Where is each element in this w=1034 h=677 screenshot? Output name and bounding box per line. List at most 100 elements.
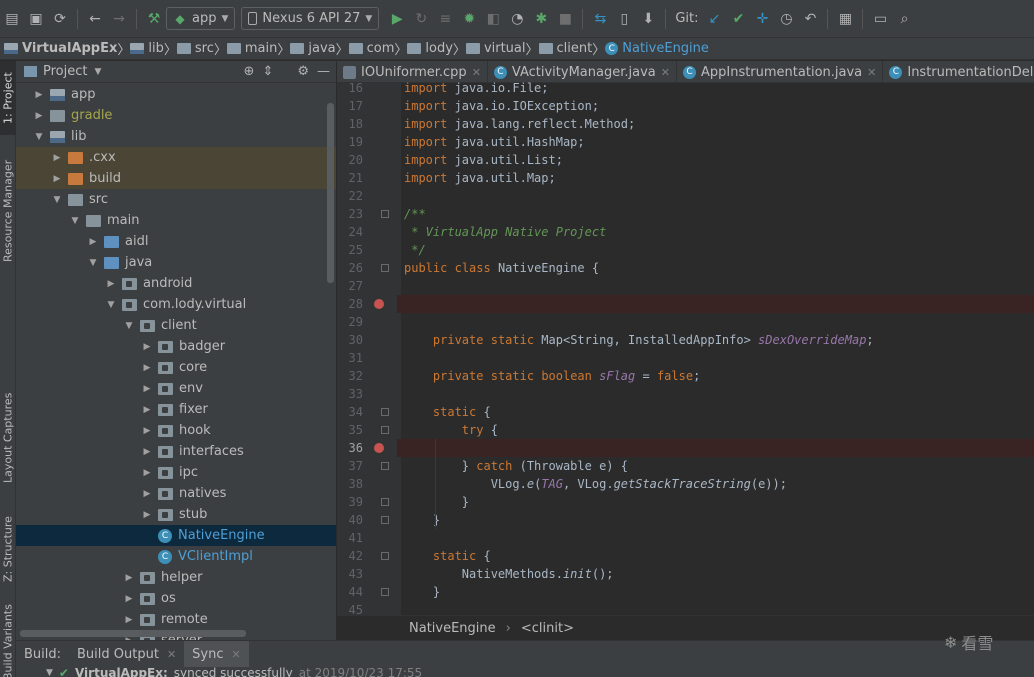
history-icon[interactable]: ◷ <box>774 7 798 31</box>
locate-icon[interactable]: ⊕ <box>244 64 255 79</box>
open-icon[interactable]: ▤ <box>0 7 24 31</box>
breadcrumb-item[interactable]: com <box>348 41 394 56</box>
tree-item[interactable]: C VClientImpl <box>16 546 336 567</box>
fold-marker-icon[interactable] <box>381 426 389 434</box>
project-view-select[interactable]: Project <box>43 64 87 79</box>
breakpoint-icon[interactable] <box>374 299 384 309</box>
tab-project[interactable]: 1: Project <box>0 61 16 135</box>
tree-item[interactable]: ▶ os <box>16 588 336 609</box>
forward-icon[interactable]: → <box>107 7 131 31</box>
code-line[interactable]: } <box>404 493 1034 511</box>
breadcrumb-item[interactable]: java <box>290 41 336 56</box>
fold-marker-icon[interactable] <box>381 588 389 596</box>
run-icon[interactable]: ▶ <box>385 7 409 31</box>
tree-item[interactable]: ▶ helper <box>16 567 336 588</box>
code-line[interactable]: static { <box>404 403 1034 421</box>
code-line[interactable]: import java.util.HashMap; <box>404 133 1034 151</box>
code-line[interactable]: */ <box>404 241 1034 259</box>
save-icon[interactable]: ▣ <box>24 7 48 31</box>
code-line[interactable] <box>404 187 1034 205</box>
revert-icon[interactable]: ↶ <box>798 7 822 31</box>
vertical-scrollbar[interactable] <box>327 103 334 283</box>
fold-marker-icon[interactable] <box>381 462 389 470</box>
tree-item[interactable]: ▶ badger <box>16 336 336 357</box>
editor-breadcrumb-class[interactable]: NativeEngine <box>409 621 496 636</box>
close-icon[interactable]: ✕ <box>232 648 241 661</box>
collapsed-arrow-icon[interactable]: ▶ <box>124 615 134 625</box>
fold-marker-icon[interactable] <box>381 264 389 272</box>
collapsed-arrow-icon[interactable]: ▶ <box>142 342 152 352</box>
code-line[interactable]: NativeMethods.init(); <box>404 565 1034 583</box>
editor-breadcrumb-method[interactable]: <clinit> <box>521 621 574 636</box>
collapsed-arrow-icon[interactable]: ▶ <box>142 384 152 394</box>
git-update-icon[interactable]: ↙ <box>702 7 726 31</box>
breadcrumb-item[interactable]: lib <box>130 41 164 56</box>
collapsed-arrow-icon[interactable]: ▶ <box>142 426 152 436</box>
terminal-icon[interactable]: ▭ <box>868 7 892 31</box>
horizontal-scrollbar[interactable] <box>20 630 246 637</box>
debug-icon[interactable]: ✹ <box>457 7 481 31</box>
code-line[interactable]: import java.util.List; <box>404 151 1034 169</box>
attach-icon[interactable]: ◧ <box>481 7 505 31</box>
collapsed-arrow-icon[interactable]: ▶ <box>142 447 152 457</box>
breadcrumb-item[interactable]: client <box>538 41 592 56</box>
project-structure-icon[interactable]: ▦ <box>833 7 857 31</box>
stop-icon[interactable]: ■ <box>553 7 577 31</box>
tab-sync[interactable]: Sync ✕ <box>184 641 249 667</box>
line-number-gutter[interactable]: 16 17 18 19 20 21 22 23 24 25 26 27 28 29 30 31 32 33 34 35… <box>337 81 397 617</box>
breadcrumb-item[interactable]: VirtualAppEx <box>4 41 117 56</box>
close-icon[interactable]: ✕ <box>167 648 176 661</box>
collapsed-arrow-icon[interactable]: ▶ <box>52 153 62 163</box>
collapsed-arrow-icon[interactable]: ▶ <box>142 489 152 499</box>
tree-item[interactable]: ▶ build <box>16 168 336 189</box>
code-line[interactable]: } <box>404 583 1034 601</box>
code-line[interactable] <box>404 277 1034 295</box>
collapsed-arrow-icon[interactable]: ▶ <box>142 363 152 373</box>
expanded-arrow-icon[interactable]: ▼ <box>88 258 98 268</box>
code-line[interactable]: } <box>404 511 1034 529</box>
gradle-sync-icon[interactable]: ⇆ <box>588 7 612 31</box>
apply-changes-icon[interactable]: ≡ <box>433 7 457 31</box>
back-icon[interactable]: ← <box>83 7 107 31</box>
avd-icon[interactable]: ▯ <box>612 7 636 31</box>
code-line[interactable]: VLog.e(TAG, VLog.getStackTraceString(e))… <box>404 475 1034 493</box>
breadcrumb-item[interactable]: C NativeEngine <box>605 41 709 56</box>
device-select[interactable]: Nexus 6 API 27 ▼ <box>241 7 380 30</box>
breadcrumb-item[interactable]: src <box>176 41 214 56</box>
expanded-arrow-icon[interactable]: ▼ <box>70 216 80 226</box>
fold-marker-icon[interactable] <box>381 408 389 416</box>
collapsed-arrow-icon[interactable]: ▶ <box>142 510 152 520</box>
collapsed-arrow-icon[interactable]: ▶ <box>124 573 134 583</box>
expanded-arrow-icon[interactable]: ▼ <box>106 300 116 310</box>
code-line[interactable]: import java.io.File; <box>404 79 1034 97</box>
collapsed-arrow-icon[interactable]: ▶ <box>142 468 152 478</box>
tree-item[interactable]: ▼ client <box>16 315 336 336</box>
tree-item[interactable]: ▼ src <box>16 189 336 210</box>
tree-item[interactable]: ▶ remote <box>16 609 336 630</box>
tree-item[interactable]: ▶ app <box>16 84 336 105</box>
code-line[interactable] <box>404 349 1034 367</box>
tab-resource-manager[interactable]: Resource Manager <box>0 151 16 271</box>
code-line[interactable]: import java.lang.reflect.Method; <box>404 115 1034 133</box>
chevron-down-icon[interactable]: ▼ <box>94 67 101 77</box>
tree-item[interactable]: ▶ env <box>16 378 336 399</box>
close-icon[interactable]: ✕ <box>661 66 670 79</box>
fold-marker-icon[interactable] <box>381 498 389 506</box>
tree-item[interactable]: ▶ natives <box>16 483 336 504</box>
code-line[interactable]: static { <box>404 547 1034 565</box>
tab-build-output[interactable]: Build Output ✕ <box>69 641 184 667</box>
collapsed-arrow-icon[interactable]: ▶ <box>52 174 62 184</box>
tree-item[interactable]: ▶ android <box>16 273 336 294</box>
code-line[interactable]: try { <box>404 421 1034 439</box>
breadcrumb-item[interactable]: virtual <box>465 41 526 56</box>
collapsed-arrow-icon[interactable]: ▶ <box>34 111 44 121</box>
tab-structure[interactable]: Z: Structure <box>0 509 16 589</box>
tree-item[interactable]: ▶ stub <box>16 504 336 525</box>
collapsed-arrow-icon[interactable]: ▶ <box>124 594 134 604</box>
code-line[interactable]: private static Map<String, InstalledAppI… <box>404 331 1034 349</box>
fold-marker-icon[interactable] <box>381 516 389 524</box>
tree-item[interactable]: ▶ core <box>16 357 336 378</box>
minimize-icon[interactable]: — <box>317 64 330 79</box>
fold-marker-icon[interactable] <box>381 210 389 218</box>
chevron-down-icon[interactable]: ▼ <box>46 667 53 677</box>
